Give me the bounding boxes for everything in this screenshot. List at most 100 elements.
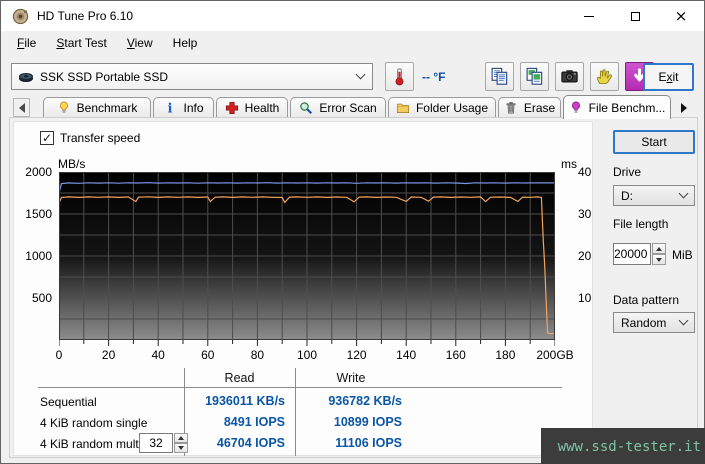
- maximize-button[interactable]: [612, 1, 658, 31]
- table-header-divider: [38, 387, 562, 388]
- transfer-speed-chart: [59, 172, 555, 346]
- health-cross-icon: [225, 101, 238, 115]
- tab-error-scan[interactable]: Error Scan: [290, 97, 386, 118]
- file-length-spinner: [652, 243, 666, 265]
- drive-selected-value: D:: [621, 188, 633, 203]
- random-multi-write-value: 11106 IOPS: [335, 436, 402, 450]
- random-multi-read-value: 46704 IOPS: [216, 436, 285, 450]
- maximize-icon: [630, 11, 640, 21]
- svg-text:i: i: [168, 101, 173, 115]
- tab-info[interactable]: i Info: [153, 97, 214, 118]
- row-label-sequential: Sequential: [40, 395, 97, 409]
- watermark: www.ssd-tester.it: [541, 428, 705, 464]
- tab-folder-usage[interactable]: Folder Usage: [388, 97, 496, 118]
- tab-file-benchmark[interactable]: File Benchm...: [563, 95, 671, 119]
- axis-tick-label: 10: [578, 291, 592, 305]
- axis-tick-label: 20: [578, 249, 592, 263]
- queue-depth-input[interactable]: [139, 433, 173, 453]
- tab-label: Folder Usage: [415, 101, 489, 115]
- copy-text-icon: [491, 67, 508, 85]
- hand-icon: [597, 69, 612, 85]
- drive-label: Drive: [613, 165, 642, 179]
- tab-label: Info: [183, 101, 204, 115]
- write-column-header: Write: [336, 371, 366, 385]
- axis-tick-label: 30: [578, 207, 592, 221]
- read-column-header: Read: [224, 371, 255, 385]
- arrow-right-icon: [680, 102, 687, 113]
- data-pattern-select[interactable]: Random: [613, 312, 695, 333]
- selected-device: SSK SSD Portable SSD: [40, 69, 169, 84]
- hdtune-window: HD Tune Pro 6.10 × File Start Test View …: [0, 0, 705, 464]
- camera-icon: [561, 70, 578, 83]
- table-column-divider: [295, 368, 296, 456]
- arrow-up-icon: [656, 246, 662, 251]
- hand-button[interactable]: [590, 62, 619, 91]
- screenshot-button[interactable]: [555, 62, 584, 91]
- bulb-yellow-icon: [59, 101, 68, 113]
- thermometer-icon: [395, 68, 404, 86]
- data-pattern-label: Data pattern: [613, 293, 680, 307]
- tab-label: Error Scan: [319, 101, 377, 115]
- arrow-left-icon: [18, 102, 25, 113]
- copy-image-button[interactable]: [520, 62, 549, 91]
- minimize-button[interactable]: [566, 1, 612, 31]
- transfer-speed-label: Transfer speed: [60, 131, 141, 145]
- menu-help[interactable]: Help: [163, 32, 208, 54]
- tab-scroll-left-button[interactable]: [13, 98, 30, 117]
- random-single-write-value: 10899 IOPS: [333, 415, 402, 429]
- start-button[interactable]: Start: [613, 130, 695, 154]
- file-length-down-button[interactable]: [652, 254, 666, 265]
- axis-tick-label: 1500: [25, 207, 52, 221]
- tab-label: Erase: [523, 101, 556, 115]
- tab-benchmark[interactable]: Benchmark: [43, 97, 151, 118]
- watermark-text: www.ssd-tester.it: [557, 438, 701, 455]
- sequential-read-value: 1936011 KB/s: [205, 394, 285, 408]
- chevron-down-icon: [355, 69, 366, 80]
- chevron-down-icon: [678, 188, 689, 199]
- magnifier-icon: [300, 102, 313, 114]
- y-left-axis-title: MB/s: [58, 157, 86, 171]
- y-right-axis-title: ms: [561, 157, 577, 171]
- info-icon: i: [168, 101, 173, 115]
- y-left-tick-labels: 2000 1500 1000 500: [14, 122, 54, 362]
- axis-tick-label: 40: [578, 165, 592, 179]
- row-label-random-single: 4 KiB random single: [40, 416, 148, 430]
- disk-icon: [19, 72, 33, 82]
- file-length-unit: MiB: [672, 248, 693, 262]
- axis-tick-label: 500: [31, 291, 52, 305]
- tab-label: Benchmark: [76, 101, 138, 115]
- exit-button[interactable]: Exit: [643, 63, 694, 91]
- tab-scroll-right-button[interactable]: [675, 98, 692, 117]
- y-right-tick-labels: 40 30 20 10: [578, 122, 608, 362]
- close-icon: ×: [674, 6, 688, 25]
- drive-select[interactable]: D:: [613, 185, 695, 206]
- chevron-down-icon: [678, 315, 689, 326]
- tab-erase[interactable]: Erase: [498, 97, 561, 118]
- axis-tick-label: 1000: [25, 249, 52, 263]
- queue-depth-spinner: [139, 433, 188, 453]
- window-title: HD Tune Pro 6.10: [37, 9, 134, 23]
- copy-image-icon: [526, 67, 543, 85]
- menu-start-test[interactable]: Start Test: [46, 32, 116, 54]
- sequential-write-value: 936782 KB/s: [328, 394, 402, 408]
- tab-health[interactable]: Health: [216, 97, 288, 118]
- benchmark-groupbox: ✓ Transfer speed MB/s ms 2000 1500 1000 500…: [13, 121, 593, 456]
- row-label-random-multi: 4 KiB random multi: [40, 437, 142, 451]
- close-button[interactable]: ×: [658, 1, 704, 31]
- copy-text-button[interactable]: [485, 62, 514, 91]
- temperature-value: -- °F: [422, 70, 446, 84]
- drive-combobox[interactable]: SSK SSD Portable SSD: [11, 63, 373, 90]
- menubar: File Start Test View Help: [1, 31, 704, 55]
- trash-icon: [506, 102, 516, 114]
- minimize-icon: [584, 15, 594, 17]
- titlebar: HD Tune Pro 6.10 ×: [1, 1, 704, 31]
- menu-view[interactable]: View: [117, 32, 163, 54]
- tabstrip: Benchmark i Info Health Error Scan Folde…: [1, 95, 704, 119]
- tab-label: Health: [244, 101, 280, 115]
- file-length-input[interactable]: [613, 243, 651, 265]
- file-length-up-button[interactable]: [652, 243, 666, 254]
- temperature-button[interactable]: [385, 62, 414, 91]
- axis-tick-label: 200GB: [536, 348, 574, 362]
- arrow-down-icon: [656, 257, 662, 262]
- menu-file[interactable]: File: [7, 32, 46, 54]
